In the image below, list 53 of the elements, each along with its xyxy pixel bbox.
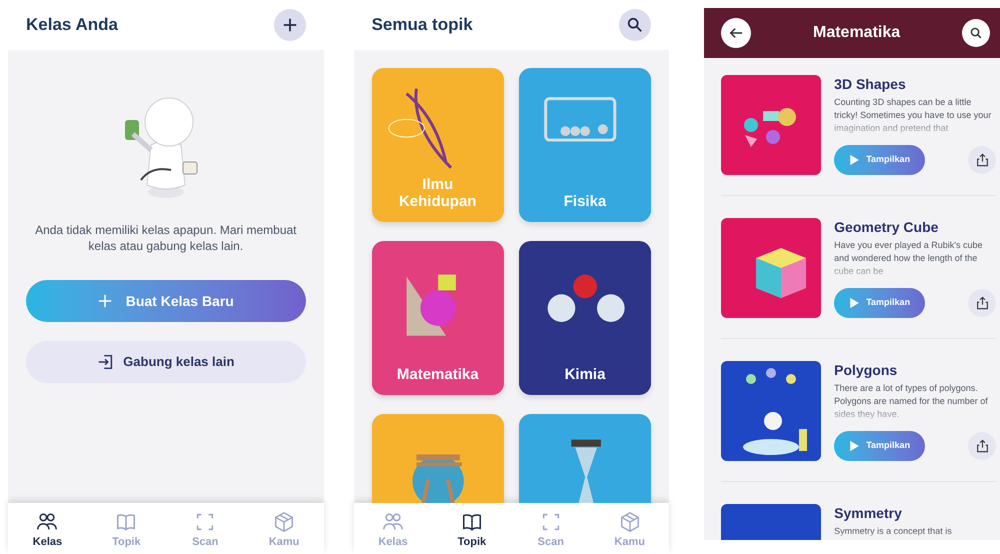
topic-label: Fisika <box>562 193 608 210</box>
topic-card[interactable]: Kimia <box>518 241 652 395</box>
cube-icon <box>273 510 296 533</box>
lesson-description: There are a lot of types of polygons. Polygons are named for the number of sides they have. <box>834 382 989 421</box>
share-icon <box>976 439 988 453</box>
plus-icon <box>282 17 298 33</box>
search-icon <box>627 17 644 33</box>
share-icon <box>976 296 988 310</box>
back-arrow-icon <box>729 26 744 40</box>
nav-tab[interactable]: Scan <box>511 510 590 550</box>
join-class-button[interactable]: Gabung kelas lain <box>26 341 306 383</box>
share-button[interactable] <box>968 146 996 174</box>
screen-title: Kelas Anda <box>26 14 118 36</box>
lesson-title: 3D Shapes <box>834 75 907 93</box>
nav-tab[interactable]: Kelas <box>8 510 87 550</box>
lesson-description: Have you ever played a Rubik's cube and wondered how the length of the cube can be <box>834 239 984 278</box>
lesson-title: Symmetry <box>834 504 903 522</box>
cube-icon <box>618 510 641 533</box>
share-button[interactable] <box>968 432 996 460</box>
nav-tab[interactable]: Topik <box>86 510 166 550</box>
play-button[interactable]: Tampilkan <box>834 288 926 318</box>
create-class-button[interactable]: Buat Kelas Baru <box>26 280 306 322</box>
screen-title: Matematika <box>813 23 900 43</box>
topic-card[interactable]: Ilmu Kehidupan <box>372 68 504 222</box>
play-button[interactable]: Tampilkan <box>834 431 926 461</box>
search-button[interactable] <box>619 9 652 41</box>
nav-tab[interactable]: Kelas <box>354 510 432 550</box>
play-icon <box>849 154 860 166</box>
topic-card[interactable]: Matematika <box>372 241 504 395</box>
back-button[interactable] <box>721 18 752 48</box>
search-icon <box>970 26 982 40</box>
plus-icon <box>98 294 112 308</box>
lesson-title: Polygons <box>834 361 898 379</box>
nav-tab[interactable]: Topik <box>432 510 512 550</box>
lesson-description: Counting 3D shapes can be a little tricky! Sometimes you have to use your imagination and pretend that <box>834 96 992 135</box>
play-button[interactable]: Tampilkan <box>834 145 926 175</box>
lesson-title: Geometry Cube <box>834 218 940 236</box>
topic-label: Matematika <box>396 366 480 383</box>
lesson-description: Symmetry is a concept that is <box>834 525 953 538</box>
search-button[interactable] <box>962 19 990 47</box>
share-button[interactable] <box>968 289 996 317</box>
nav-tab[interactable]: Scan <box>166 510 245 550</box>
topic-card[interactable]: Fisika <box>518 68 652 222</box>
topic-label: Ilmu Kehidupan <box>398 176 478 210</box>
play-icon <box>849 297 860 309</box>
empty-state-message: Anda tidak memiliki kelas apapun. Mari membuat kelas atau gabung kelas lain. <box>34 222 298 254</box>
topic-label: Kimia <box>564 366 606 383</box>
nav-tab[interactable]: Kamu <box>244 510 324 550</box>
play-icon <box>849 440 860 452</box>
add-button[interactable] <box>274 9 306 41</box>
screen-title: Semua topik <box>372 14 473 36</box>
share-icon <box>976 153 988 167</box>
nav-tab[interactable]: Kamu <box>590 510 670 550</box>
